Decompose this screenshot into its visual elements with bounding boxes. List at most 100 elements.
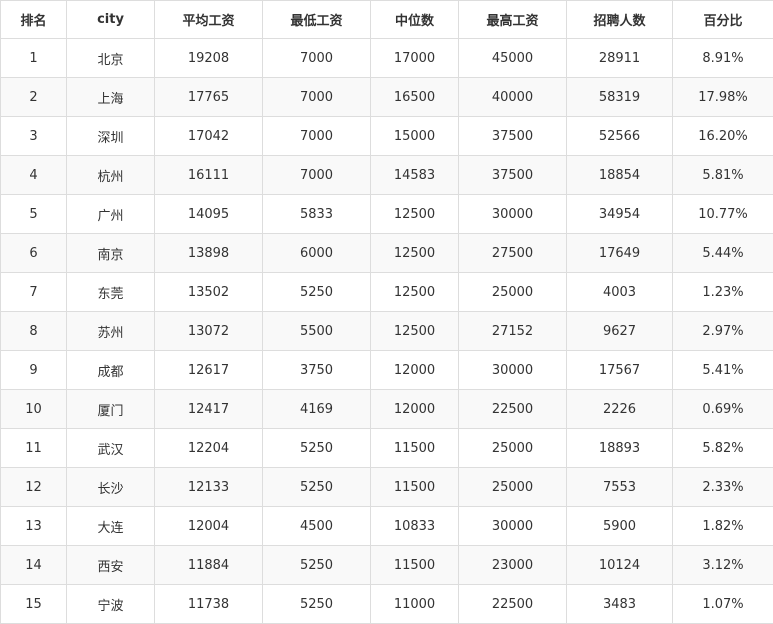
- rank-cell: 12: [1, 468, 67, 507]
- job-count-cell: 52566: [567, 117, 673, 156]
- avg-salary-cell: 11884: [155, 546, 263, 585]
- percentage-cell: 2.97%: [673, 312, 773, 351]
- job-count-cell: 5900: [567, 507, 673, 546]
- job-count-cell: 10124: [567, 546, 673, 585]
- table-body: 1北京1920870001700045000289118.91%2上海17765…: [1, 39, 773, 624]
- table-row: 11武汉1220452501150025000188935.82%: [1, 429, 773, 468]
- rank-cell: 7: [1, 273, 67, 312]
- city-cell: 西安: [67, 546, 155, 585]
- city-salary-table: 排名 city 平均工资 最低工资 中位数 最高工资 招聘人数 百分比 1北京1…: [0, 0, 773, 624]
- max-salary-cell: 22500: [459, 390, 567, 429]
- job-count-cell: 58319: [567, 78, 673, 117]
- city-cell: 长沙: [67, 468, 155, 507]
- city-cell: 杭州: [67, 156, 155, 195]
- avg-salary-cell: 13502: [155, 273, 263, 312]
- rank-cell: 10: [1, 390, 67, 429]
- percentage-cell: 5.44%: [673, 234, 773, 273]
- median-cell: 12500: [371, 273, 459, 312]
- job-count-cell: 17567: [567, 351, 673, 390]
- avg-salary-cell: 12133: [155, 468, 263, 507]
- table-row: 5广州14095583312500300003495410.77%: [1, 195, 773, 234]
- median-cell: 14583: [371, 156, 459, 195]
- avg-salary-cell: 14095: [155, 195, 263, 234]
- min-salary-cell: 5833: [263, 195, 371, 234]
- table-header: 排名 city 平均工资 最低工资 中位数 最高工资 招聘人数 百分比: [1, 1, 773, 39]
- min-salary-cell: 7000: [263, 117, 371, 156]
- percentage-cell: 5.41%: [673, 351, 773, 390]
- percentage-cell: 10.77%: [673, 195, 773, 234]
- max-salary-cell: 25000: [459, 468, 567, 507]
- city-cell: 北京: [67, 39, 155, 78]
- min-salary-cell: 5250: [263, 273, 371, 312]
- job-count-cell: 18854: [567, 156, 673, 195]
- median-cell: 11000: [371, 585, 459, 624]
- median-cell: 12000: [371, 390, 459, 429]
- min-salary-cell: 5250: [263, 468, 371, 507]
- percentage-cell: 1.23%: [673, 273, 773, 312]
- table-row: 12长沙121335250115002500075532.33%: [1, 468, 773, 507]
- job-count-cell: 3483: [567, 585, 673, 624]
- max-salary-cell: 30000: [459, 507, 567, 546]
- rank-cell: 4: [1, 156, 67, 195]
- median-cell: 15000: [371, 117, 459, 156]
- max-salary-cell: 37500: [459, 156, 567, 195]
- min-salary-cell: 7000: [263, 39, 371, 78]
- median-cell: 17000: [371, 39, 459, 78]
- header-avg-salary: 平均工资: [155, 1, 263, 39]
- avg-salary-cell: 17042: [155, 117, 263, 156]
- percentage-cell: 17.98%: [673, 78, 773, 117]
- header-city: city: [67, 1, 155, 39]
- header-median: 中位数: [371, 1, 459, 39]
- avg-salary-cell: 12417: [155, 390, 263, 429]
- min-salary-cell: 7000: [263, 156, 371, 195]
- max-salary-cell: 25000: [459, 273, 567, 312]
- max-salary-cell: 23000: [459, 546, 567, 585]
- job-count-cell: 34954: [567, 195, 673, 234]
- min-salary-cell: 5500: [263, 312, 371, 351]
- header-percentage: 百分比: [673, 1, 773, 39]
- table-row: 2上海17765700016500400005831917.98%: [1, 78, 773, 117]
- job-count-cell: 4003: [567, 273, 673, 312]
- table-row: 9成都1261737501200030000175675.41%: [1, 351, 773, 390]
- rank-cell: 1: [1, 39, 67, 78]
- min-salary-cell: 4169: [263, 390, 371, 429]
- rank-cell: 9: [1, 351, 67, 390]
- rank-cell: 6: [1, 234, 67, 273]
- avg-salary-cell: 19208: [155, 39, 263, 78]
- city-cell: 宁波: [67, 585, 155, 624]
- table-row: 4杭州1611170001458337500188545.81%: [1, 156, 773, 195]
- avg-salary-cell: 12004: [155, 507, 263, 546]
- median-cell: 12500: [371, 195, 459, 234]
- city-cell: 深圳: [67, 117, 155, 156]
- median-cell: 11500: [371, 546, 459, 585]
- table-row: 10厦门124174169120002250022260.69%: [1, 390, 773, 429]
- max-salary-cell: 25000: [459, 429, 567, 468]
- header-min-salary: 最低工资: [263, 1, 371, 39]
- table-row: 3深圳17042700015000375005256616.20%: [1, 117, 773, 156]
- avg-salary-cell: 12204: [155, 429, 263, 468]
- rank-cell: 11: [1, 429, 67, 468]
- city-cell: 大连: [67, 507, 155, 546]
- table-row: 15宁波117385250110002250034831.07%: [1, 585, 773, 624]
- avg-salary-cell: 13898: [155, 234, 263, 273]
- max-salary-cell: 30000: [459, 195, 567, 234]
- min-salary-cell: 5250: [263, 546, 371, 585]
- city-cell: 东莞: [67, 273, 155, 312]
- rank-cell: 2: [1, 78, 67, 117]
- table-row: 1北京1920870001700045000289118.91%: [1, 39, 773, 78]
- max-salary-cell: 27500: [459, 234, 567, 273]
- max-salary-cell: 45000: [459, 39, 567, 78]
- min-salary-cell: 3750: [263, 351, 371, 390]
- job-count-cell: 18893: [567, 429, 673, 468]
- rank-cell: 15: [1, 585, 67, 624]
- percentage-cell: 16.20%: [673, 117, 773, 156]
- table-row: 13大连120044500108333000059001.82%: [1, 507, 773, 546]
- job-count-cell: 9627: [567, 312, 673, 351]
- max-salary-cell: 30000: [459, 351, 567, 390]
- city-cell: 广州: [67, 195, 155, 234]
- percentage-cell: 8.91%: [673, 39, 773, 78]
- rank-cell: 14: [1, 546, 67, 585]
- min-salary-cell: 4500: [263, 507, 371, 546]
- city-cell: 武汉: [67, 429, 155, 468]
- median-cell: 12500: [371, 234, 459, 273]
